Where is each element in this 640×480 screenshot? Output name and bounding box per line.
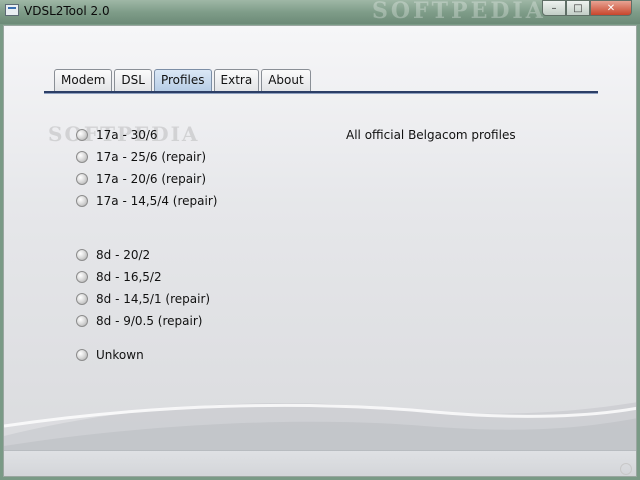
client-area: Modem DSL Profiles Extra About SOFTPEDIA…: [3, 25, 637, 477]
minimize-button[interactable]: –: [542, 0, 566, 16]
profile-unknown[interactable]: Unkown: [76, 346, 144, 364]
profile-17a-25-6[interactable]: 17a - 25/6 (repair): [76, 148, 206, 166]
radio-button[interactable]: [76, 249, 88, 261]
resize-grip-icon[interactable]: [620, 463, 632, 475]
tab-underline: [44, 91, 598, 94]
tab-modem[interactable]: Modem: [54, 69, 113, 91]
tab-bar: Modem DSL Profiles Extra About: [54, 69, 313, 91]
radio-button[interactable]: [76, 349, 88, 361]
window-title: VDSL2Tool 2.0: [24, 4, 110, 18]
profile-label: 17a - 25/6 (repair): [96, 150, 206, 164]
watermark-logo: SOFTPEDIA: [372, 0, 546, 24]
radio-button[interactable]: [76, 129, 88, 141]
title-bar[interactable]: VDSL2Tool 2.0 SOFTPEDIA – □ ✕: [0, 0, 640, 24]
profile-17a-20-6[interactable]: 17a - 20/6 (repair): [76, 170, 206, 188]
close-icon: ✕: [606, 2, 616, 14]
tab-profiles[interactable]: Profiles: [153, 69, 212, 91]
profile-8d-9-0-5[interactable]: 8d - 9/0.5 (repair): [76, 312, 202, 330]
radio-button[interactable]: [76, 271, 88, 283]
radio-button[interactable]: [76, 315, 88, 327]
profile-label: 8d - 20/2: [96, 248, 151, 262]
profile-8d-14-5-1[interactable]: 8d - 14,5/1 (repair): [76, 290, 210, 308]
radio-button[interactable]: [76, 293, 88, 305]
profile-label: 8d - 16,5/2: [96, 270, 162, 284]
tab-about[interactable]: About: [261, 69, 311, 91]
profile-label: Unkown: [96, 348, 144, 362]
radio-button[interactable]: [76, 195, 88, 207]
profile-label: 17a - 14,5/4 (repair): [96, 194, 218, 208]
maximize-button[interactable]: □: [566, 0, 590, 16]
profile-label: 17a - 20/6 (repair): [96, 172, 206, 186]
profile-label: 8d - 14,5/1 (repair): [96, 292, 211, 306]
tab-dsl[interactable]: DSL: [114, 69, 152, 91]
profile-8d-16-5-2[interactable]: 8d - 16,5/2: [76, 268, 162, 286]
radio-button[interactable]: [76, 173, 88, 185]
radio-button[interactable]: [76, 151, 88, 163]
profile-17a-30-6[interactable]: 17a - 30/6: [76, 126, 158, 144]
profile-17a-14-5-4[interactable]: 17a - 14,5/4 (repair): [76, 192, 217, 210]
profile-label: 17a - 30/6: [96, 128, 158, 142]
maximize-icon: □: [573, 2, 583, 14]
tab-extra[interactable]: Extra: [213, 69, 260, 91]
profile-label: 8d - 9/0.5 (repair): [96, 314, 203, 328]
profiles-description: All official Belgacom profiles: [346, 128, 516, 142]
status-bar: [4, 450, 636, 476]
decorative-swoosh: [4, 402, 636, 456]
app-icon[interactable]: [5, 4, 19, 16]
minimize-icon: –: [551, 2, 557, 14]
close-button[interactable]: ✕: [590, 0, 632, 16]
profile-8d-20-2[interactable]: 8d - 20/2: [76, 246, 150, 264]
